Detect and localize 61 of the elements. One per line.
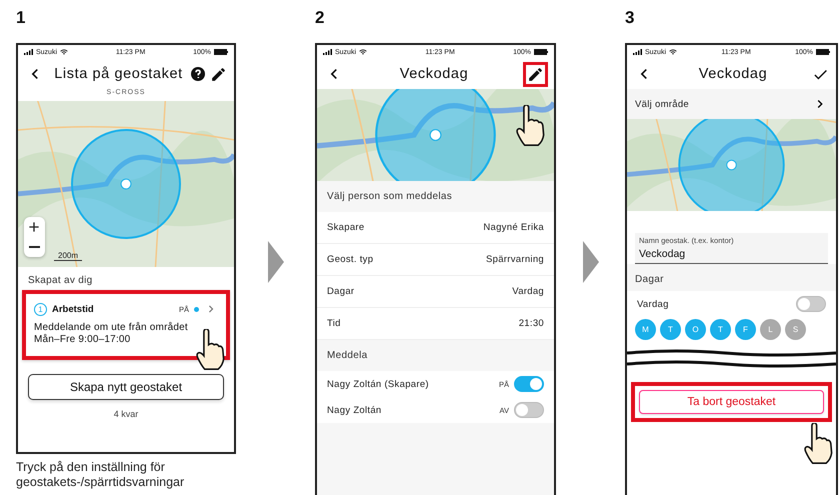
screen-title: Lista på geostaket [53, 66, 184, 82]
fence-description: Meddelande om ute från området [34, 322, 189, 334]
pointing-hand-drawing [196, 329, 226, 370]
day-button[interactable]: F [735, 319, 756, 340]
pencil-icon [210, 66, 227, 82]
section-title: Dagar [627, 264, 836, 291]
triangle-arrow-icon [582, 240, 598, 282]
screen-title: Veckodag [398, 66, 470, 82]
name-input-field[interactable]: Veckodag [639, 248, 824, 260]
day-button[interactable]: O [685, 319, 706, 340]
day-button[interactable]: S [785, 319, 806, 340]
map-scale: 200m [54, 251, 82, 261]
signal-icon [323, 49, 332, 55]
row-label: Dagar [327, 286, 354, 297]
battery-icon [214, 49, 228, 55]
fence-name: Arbetstid [52, 304, 95, 314]
pencil-icon [527, 66, 544, 82]
pointing-hand-drawing [516, 105, 546, 146]
select-area-row[interactable]: Välj område [627, 89, 836, 119]
row-value: Spärrvarning [486, 254, 544, 265]
section-title: Välj person som meddelas [326, 190, 454, 204]
step-caption: Tryck på den inställning för geostakets-/spärrtidsvarningar [16, 460, 186, 490]
section-title: Meddela [326, 349, 368, 363]
row-label: Geost. typ [327, 254, 374, 265]
fence-number: 1 [34, 302, 47, 316]
day-button[interactable]: T [660, 319, 681, 340]
edit-button[interactable] [523, 62, 548, 86]
notify-toggle[interactable] [514, 376, 544, 392]
row-value: 21:30 [518, 318, 544, 329]
signal-icon [24, 49, 33, 55]
triangle-arrow-icon [268, 240, 284, 282]
signal-icon [633, 49, 642, 55]
day-button[interactable]: L [760, 319, 781, 340]
remaining-count: 4 kvar [112, 409, 140, 419]
row-label: Skapare [327, 222, 364, 233]
weekday-toggle[interactable] [796, 296, 826, 312]
row-value: Nagyné Erika [483, 222, 544, 233]
wifi-icon [60, 48, 68, 56]
person-name: Nagy Zoltán [327, 404, 383, 416]
battery-icon [816, 49, 830, 55]
pointing-hand-drawing [804, 423, 834, 464]
screen-title: Veckodag [698, 66, 768, 82]
step-number: 1 [16, 8, 26, 29]
minus-icon [29, 246, 40, 248]
section-title: Skapat av dig [27, 274, 94, 288]
wifi-icon [669, 48, 678, 56]
row-value: Vardag [512, 286, 544, 297]
step-number: 2 [315, 8, 326, 29]
delete-fence-button[interactable]: Ta bort geostaket [639, 390, 824, 414]
create-fence-button[interactable]: Skapa nytt geostaket [28, 374, 224, 400]
weekday-label: Vardag [637, 298, 670, 310]
notify-toggle[interactable] [514, 402, 544, 418]
wifi-icon [359, 48, 368, 56]
help-icon[interactable] [191, 67, 205, 81]
step-number: 3 [625, 8, 636, 29]
battery-icon [534, 49, 548, 55]
day-button[interactable]: M [635, 319, 656, 340]
fence-schedule: Mån–Fre 9:00–17:00 [34, 334, 132, 346]
row-label: Tid [327, 318, 341, 329]
person-name: Nagy Zoltán (Skapare) [327, 378, 430, 390]
day-button[interactable]: T [710, 319, 731, 340]
